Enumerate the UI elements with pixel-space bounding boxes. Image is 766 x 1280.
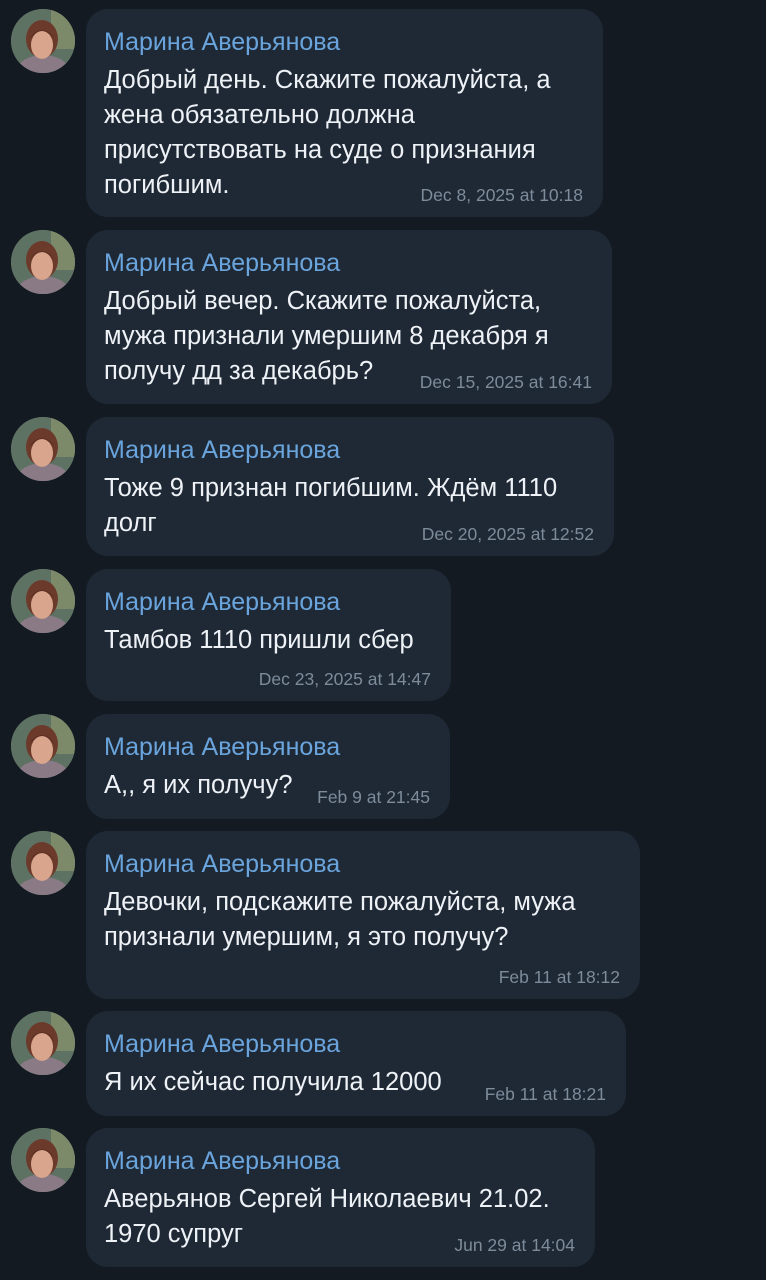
sender-name[interactable]: Марина Аверьянова [104, 435, 596, 465]
message-text: Добрый день. Скажите пожалуйста, а жена … [104, 63, 585, 203]
sender-avatar[interactable] [11, 1128, 75, 1192]
message-text-line: Аверьянов Сергей Николаевич 21.02. [104, 1185, 550, 1213]
message-timestamp: Dec 15, 2025 at 16:41 [419, 372, 592, 392]
message-text: Девочки, подскажите пожалуйста, мужа при… [104, 885, 622, 955]
sender-avatar[interactable] [11, 9, 75, 73]
sender-name[interactable]: Марина Аверьянова [104, 248, 594, 278]
sender-avatar[interactable] [11, 1011, 75, 1075]
message-text-line: признали умершим, я это получу? [104, 923, 509, 951]
message-timestamp: Dec 8, 2025 at 10:18 [420, 185, 583, 205]
message-text: Тамбов 1110 пришли сбер [104, 623, 433, 658]
message-text-line: Добрый вечер. Скажите пожалуйста, [104, 287, 542, 315]
message-bubble[interactable]: Марина Аверьянова Тоже 9 признан погибши… [86, 417, 614, 556]
sender-name[interactable]: Марина Аверьянова [104, 587, 433, 617]
sender-name[interactable]: Марина Аверьянова [104, 1146, 577, 1176]
message-text-line: жена обязательно должна [104, 101, 415, 129]
message-text-line: мужа признали умершим 8 декабря я [104, 322, 549, 350]
sender-name[interactable]: Марина Аверьянова [104, 849, 622, 879]
chat-message-list[interactable]: Марина Аверьянова Добрый день. Скажите п… [0, 0, 766, 1280]
sender-avatar[interactable] [11, 230, 75, 294]
avatar-photo-icon [11, 714, 75, 778]
sender-avatar[interactable] [11, 417, 75, 481]
avatar-photo-icon [11, 569, 75, 633]
message-timestamp: Feb 11 at 18:12 [498, 967, 620, 987]
sender-avatar[interactable] [11, 569, 75, 633]
message-bubble[interactable]: Марина Аверьянова Я их сейчас получила 1… [86, 1011, 626, 1116]
message-bubble[interactable]: Марина Аверьянова Добрый день. Скажите п… [86, 9, 603, 217]
message-timestamp: Feb 9 at 21:45 [317, 787, 430, 807]
sender-name[interactable]: Марина Аверьянова [104, 27, 585, 57]
message-timestamp: Dec 20, 2025 at 12:52 [421, 524, 594, 544]
sender-avatar[interactable] [11, 714, 75, 778]
message-text-line: Добрый день. Скажите пожалуйста, а [104, 66, 551, 94]
avatar-photo-icon [11, 230, 75, 294]
message-timestamp: Dec 23, 2025 at 14:47 [258, 669, 431, 689]
message-text-line: Тоже 9 признан погибшим. Ждём 1110 [104, 474, 558, 502]
sender-name[interactable]: Марина Аверьянова [104, 732, 432, 762]
sender-name[interactable]: Марина Аверьянова [104, 1029, 608, 1059]
avatar-photo-icon [11, 831, 75, 895]
message-bubble[interactable]: Марина Аверьянова А,, я их получу? Feb 9… [86, 714, 450, 819]
sender-avatar[interactable] [11, 831, 75, 895]
avatar-photo-icon [11, 9, 75, 73]
message-bubble[interactable]: Марина Аверьянова Девочки, подскажите по… [86, 831, 640, 999]
message-bubble[interactable]: Марина Аверьянова Добрый вечер. Скажите … [86, 230, 612, 404]
message-text-line: присутствовать на суде о признания [104, 136, 536, 164]
avatar-photo-icon [11, 417, 75, 481]
message-timestamp: Feb 11 at 18:21 [484, 1084, 606, 1104]
message-timestamp: Jun 29 at 14:04 [454, 1235, 575, 1255]
message-text-line: Тамбов 1110 пришли сбер [104, 626, 414, 654]
avatar-photo-icon [11, 1128, 75, 1192]
message-bubble[interactable]: Марина Аверьянова Тамбов 1110 пришли сбе… [86, 569, 451, 701]
message-text-line: Девочки, подскажите пожалуйста, мужа [104, 888, 576, 916]
message-bubble[interactable]: Марина Аверьянова Аверьянов Сергей Никол… [86, 1128, 595, 1267]
avatar-photo-icon [11, 1011, 75, 1075]
